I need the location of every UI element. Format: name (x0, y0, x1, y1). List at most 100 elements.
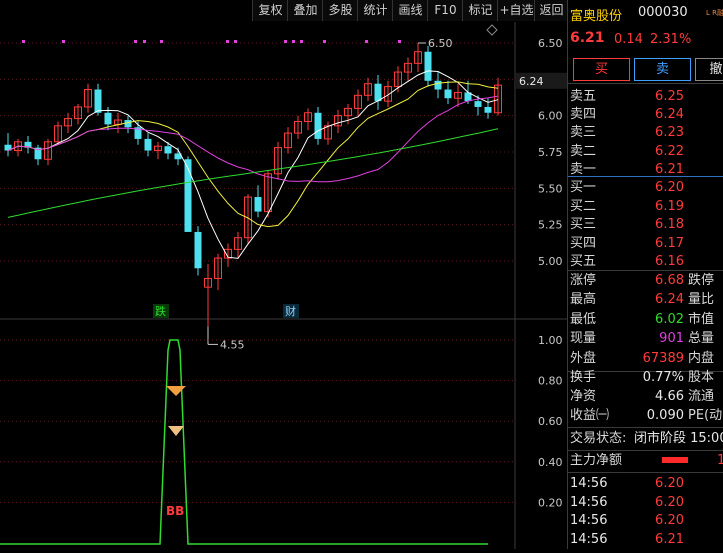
tick-row: 14:56 6.21 (570, 529, 723, 550)
sell-button[interactable]: 卖 (634, 58, 691, 81)
stat2-row: 净资 4.66 流通 (570, 386, 723, 407)
chart-toolbar: 复权 叠加 多股 统计 画线 F10 标记 +自选 返回 (0, 0, 568, 22)
candle-body (184, 159, 192, 232)
candle-body (164, 146, 172, 154)
main-net-value: 1 (717, 453, 723, 468)
stock-code: 000030 (638, 5, 688, 20)
buy-button[interactable]: 买 (573, 58, 630, 81)
candle-body (434, 80, 442, 90)
candle-body (314, 112, 322, 139)
candle-body (94, 89, 102, 113)
toolbar-button-3[interactable]: 统计 (357, 0, 393, 21)
divider (568, 83, 723, 84)
stat-row: 最低 6.02 市值 (570, 309, 723, 330)
stat-row: 涨停 6.68 跌停 (570, 270, 723, 291)
settings-diamond-icon (486, 24, 498, 36)
toolbar-button-7[interactable]: +自选 (497, 0, 535, 21)
indicator-axis-label: 0.80 (538, 375, 563, 388)
candle-body (374, 83, 382, 102)
price-axis-label: 5.00 (538, 255, 563, 268)
bb-label: BB (166, 504, 184, 518)
candle-body (124, 120, 132, 128)
hand-icon (168, 426, 184, 436)
stat-label-right: 总量 (688, 331, 715, 347)
ma60-line (7, 128, 499, 218)
stat-label: 现量 (570, 331, 597, 347)
stat2-label: 净资 (570, 389, 597, 404)
kline-chart[interactable]: 6.506.256.005.755.505.255.006.246.504.55… (0, 22, 567, 549)
signal-dot (22, 40, 25, 43)
candle-body (194, 231, 202, 269)
tick-price: 6.21 (655, 531, 684, 547)
stat-row: 最高 6.24 量比 (570, 289, 723, 310)
stat-value: 901 (659, 331, 684, 347)
price-change-pct: 2.31% (650, 32, 692, 47)
diamond-icon (166, 386, 186, 396)
stat2-label: 收益㈠ (570, 408, 610, 423)
stat-label-right: 跌停 (688, 273, 715, 288)
ma10-line (7, 81, 499, 228)
signal-dot (143, 40, 146, 43)
current-price-tag: 6.24 (519, 75, 544, 88)
candle-body (254, 197, 262, 212)
stock-name: 富奥股份 (570, 9, 623, 24)
stat2-value: 0.090 (646, 408, 684, 423)
price-axis-label: 5.25 (538, 219, 563, 232)
signal-dot (365, 40, 368, 43)
kline-svg[interactable]: 6.506.256.005.755.505.255.006.246.504.55… (0, 22, 567, 549)
toolbar-button-5[interactable]: F10 (427, 0, 463, 21)
stat2-label: 换手 (570, 370, 597, 385)
trade-status-label: 交易状态: (570, 431, 627, 446)
price-axis-label: 6.50 (538, 37, 563, 50)
stat2-row: 收益㈠ 0.090 PE(动 (570, 405, 723, 426)
candle-body (444, 89, 452, 99)
price-axis-label: 5.75 (538, 146, 563, 159)
stat-label: 最低 (570, 311, 597, 327)
stat-row: 现量 901 总量 (570, 328, 723, 349)
trade-status-value: 闭市阶段 15:00 (634, 431, 723, 446)
stat-label: 涨停 (570, 273, 597, 288)
stat-label: 外盘 (570, 350, 597, 366)
toolbar-button-1[interactable]: 叠加 (287, 0, 323, 21)
toolbar-button-6[interactable]: 标记 (462, 0, 498, 21)
toolbar-button-0[interactable]: 复权 (252, 0, 288, 21)
main-net-label: 主力净额 (570, 453, 623, 468)
main-net-row: 主力净额 1 (570, 450, 723, 471)
quote-panel: 富奥股份 000030 L R融 6.21 0.14 2.31% 买 卖 撤 卖… (567, 0, 723, 549)
stat2-label-right: 流通 (688, 389, 715, 404)
cancel-button[interactable]: 撤 (695, 58, 723, 81)
stat2-row: 换手 0.77% 股本 (570, 367, 723, 388)
toolbar-button-4[interactable]: 画线 (392, 0, 428, 21)
indicator-axis-label: 0.60 (538, 415, 563, 428)
price-axis-label: 5.50 (538, 182, 563, 195)
ma5-line (7, 70, 499, 259)
signal-dot (398, 40, 401, 43)
candle-body (484, 106, 492, 113)
trade-status-row: 交易状态: 闭市阶段 15:00 (570, 428, 723, 449)
signal-dot (226, 40, 229, 43)
stat2-value: 4.66 (655, 389, 684, 404)
signal-dot (284, 40, 287, 43)
stat-value: 6.24 (655, 292, 684, 308)
stat-label-right: 市值 (688, 311, 715, 327)
stat-label-right: 量比 (688, 292, 715, 308)
stat-value: 6.02 (655, 311, 684, 327)
toolbar-button-8[interactable]: 返回 (534, 0, 568, 21)
stat2-label-right: 股本 (688, 370, 715, 385)
stat-label: 最高 (570, 292, 597, 308)
last-price: 6.21 (570, 30, 605, 46)
tick-time: 14:56 (570, 531, 608, 547)
event-marker-finance: 财 (285, 304, 296, 318)
candle-body (144, 138, 152, 151)
signal-dot (292, 40, 295, 43)
toolbar-button-2[interactable]: 多股 (322, 0, 358, 21)
indicator-line (0, 339, 488, 545)
candle-body (474, 101, 482, 107)
indicator-axis-label: 1.00 (538, 334, 563, 347)
signal-dot (134, 40, 137, 43)
signal-dot (234, 40, 237, 43)
stat-value: 6.68 (655, 273, 684, 288)
signal-dot (323, 40, 326, 43)
indicator-axis-label: 0.20 (538, 496, 563, 509)
candle-body (104, 112, 112, 125)
